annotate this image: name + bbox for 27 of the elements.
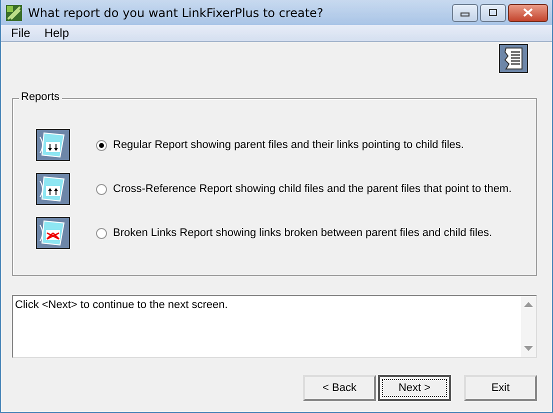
- report-icon: [36, 217, 70, 249]
- option-label[interactable]: Cross-Reference Report showing child files and the parent files that point to them.: [113, 183, 512, 195]
- option-label[interactable]: Broken Links Report showing links broken between parent files and child files.: [113, 227, 492, 239]
- report-icon: [36, 173, 70, 205]
- dialog-button[interactable]: Next >: [378, 375, 451, 401]
- scroll-up-icon[interactable]: [524, 302, 533, 307]
- menu-item[interactable]: Help: [38, 26, 76, 40]
- dialog-button[interactable]: Exit: [464, 375, 537, 401]
- close-button[interactable]: [508, 4, 548, 22]
- maximize-icon: [488, 8, 498, 17]
- scroll-down-icon[interactable]: [524, 346, 533, 351]
- app-icon: [6, 4, 22, 20]
- minimize-button[interactable]: [452, 4, 478, 22]
- document-icon[interactable]: [499, 44, 528, 73]
- radio-button[interactable]: [96, 140, 107, 150]
- window-title: What report do you want LinkFixerPlus to create?: [28, 6, 324, 20]
- radio-button[interactable]: [96, 228, 107, 238]
- close-icon: [522, 8, 534, 17]
- menu-item[interactable]: File: [5, 26, 36, 40]
- message-text: Click <Next> to continue to the next screen.: [14, 298, 229, 313]
- option-label[interactable]: Regular Report showing parent files and their links pointing to child files.: [113, 139, 464, 151]
- dialog-button[interactable]: < Back: [303, 375, 376, 401]
- radio-button[interactable]: [96, 184, 107, 194]
- group-title: Reports: [19, 91, 62, 103]
- report-icon: [36, 129, 70, 161]
- scrollbar[interactable]: [521, 296, 536, 357]
- maximize-button[interactable]: [480, 4, 506, 22]
